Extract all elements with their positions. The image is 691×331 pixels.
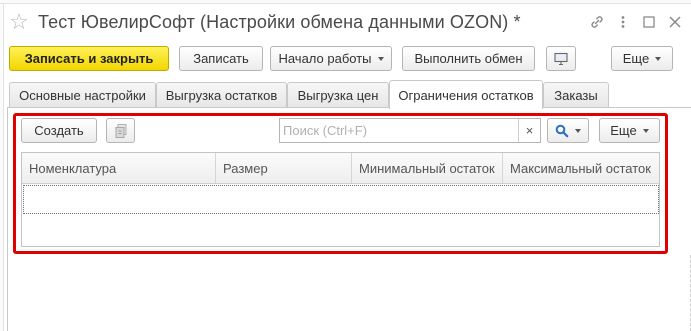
save-and-close-button[interactable]: Записать и закрыть [9, 46, 169, 71]
search-input[interactable] [280, 119, 518, 142]
column-header-min-stock[interactable]: Минимальный остаток [352, 153, 503, 183]
column-header-size[interactable]: Размер [216, 153, 352, 183]
chevron-down-icon [377, 56, 384, 61]
search-icon [555, 124, 569, 137]
column-header-nomenclature[interactable]: Номенклатура [22, 153, 216, 183]
start-work-button[interactable]: Начало работы [270, 46, 392, 71]
chevron-down-icon [575, 128, 581, 133]
create-button[interactable]: Создать [21, 118, 97, 143]
background-window-strip [0, 0, 691, 4]
chevron-down-icon [642, 128, 649, 133]
more-button[interactable]: Еще [611, 46, 673, 71]
tab-orders[interactable]: Заказы [543, 82, 609, 108]
stock-limits-table: Номенклатура Размер Минимальный остаток … [21, 152, 660, 247]
window-title: Тест ЮвелирСофт (Настройки обмена данным… [38, 11, 521, 32]
tab-price-export[interactable]: Выгрузка цен [287, 82, 389, 108]
panel-more-button[interactable]: Еще [599, 118, 660, 143]
save-button[interactable]: Записать [179, 46, 263, 71]
close-icon[interactable] [662, 10, 688, 34]
chevron-down-icon [655, 56, 662, 61]
more-vertical-icon[interactable] [610, 10, 636, 34]
table-header: Номенклатура Размер Минимальный остаток … [22, 153, 659, 184]
clear-search-button[interactable]: × [518, 119, 540, 142]
title-bar: ☆ Тест ЮвелирСофт (Настройки обмена данн… [6, 6, 688, 38]
monitor-icon-button[interactable] [546, 46, 576, 71]
more-label: Еще [622, 51, 650, 66]
favorite-star-icon[interactable]: ☆ [6, 11, 32, 33]
tab-stock-limits[interactable]: Ограничения остатков [389, 80, 543, 109]
search-options-button[interactable] [547, 118, 589, 143]
background-window-edge [0, 4, 4, 331]
tab-stock-export[interactable]: Выгрузка остатков [156, 82, 287, 108]
maximize-icon[interactable] [636, 10, 662, 34]
window-actions [584, 10, 688, 34]
link-icon[interactable] [584, 10, 610, 34]
column-header-max-stock[interactable]: Максимальный остаток [503, 153, 659, 183]
start-work-label: Начало работы [278, 51, 372, 66]
tab-basic-settings[interactable]: Основные настройки [9, 82, 156, 108]
copy-button[interactable] [106, 118, 135, 143]
monitor-icon [554, 52, 568, 65]
panel-more-label: Еще [610, 123, 637, 138]
scroll-edge [660, 255, 691, 331]
copy-icon [115, 123, 126, 138]
table-row[interactable] [23, 185, 659, 214]
search-field[interactable]: × [279, 118, 541, 143]
run-exchange-button[interactable]: Выполнить обмен [402, 46, 535, 71]
